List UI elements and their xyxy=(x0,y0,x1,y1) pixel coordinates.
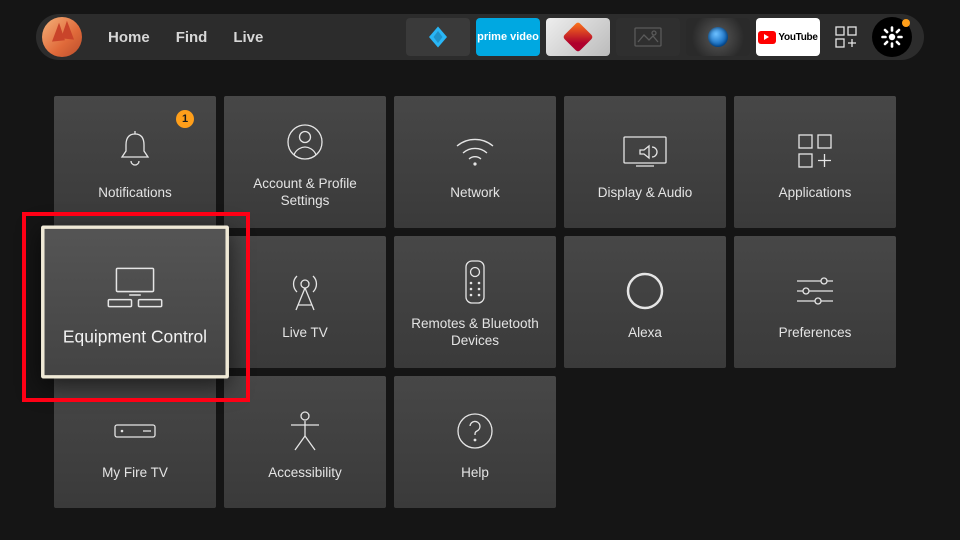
tile-label: Equipment Control xyxy=(63,327,207,349)
accessibility-icon xyxy=(286,410,324,452)
top-nav-bar: Home Find Live prime video YouTube xyxy=(36,14,924,60)
tile-label: Display & Audio xyxy=(598,185,693,202)
help-icon xyxy=(456,412,494,450)
tile-applications[interactable]: Applications xyxy=(734,96,896,228)
tile-account[interactable]: Account & Profile Settings xyxy=(224,96,386,228)
settings-grid: 1 Notifications Account & Profile Settin… xyxy=(54,96,896,508)
profile-avatar[interactable] xyxy=(42,17,82,57)
tile-my-fire-tv[interactable]: My Fire TV xyxy=(54,376,216,508)
tile-label: Preferences xyxy=(779,325,852,342)
tile-label: My Fire TV xyxy=(102,465,168,482)
tile-alexa[interactable]: Alexa xyxy=(564,236,726,368)
remote-icon xyxy=(464,259,486,305)
user-icon xyxy=(286,123,324,161)
nav-live[interactable]: Live xyxy=(233,29,263,46)
app-downloader[interactable] xyxy=(686,18,750,56)
tile-live-tv[interactable]: Live TV xyxy=(224,236,386,368)
app-prime-video[interactable]: prime video xyxy=(476,18,540,56)
tile-notifications[interactable]: 1 Notifications xyxy=(54,96,216,228)
app-photos[interactable] xyxy=(616,18,680,56)
gear-icon xyxy=(880,25,904,49)
tile-network[interactable]: Network xyxy=(394,96,556,228)
display-audio-icon xyxy=(622,135,668,167)
apps-icon xyxy=(796,132,834,170)
app-kodi[interactable] xyxy=(406,18,470,56)
notifications-badge: 1 xyxy=(176,110,194,128)
bell-icon xyxy=(116,130,154,172)
tile-label: Accessibility xyxy=(268,465,342,482)
tile-label: Alexa xyxy=(628,325,662,342)
app-youtube[interactable]: YouTube xyxy=(756,18,820,56)
tile-label: Account & Profile Settings xyxy=(232,176,378,210)
app-shortcuts: prime video YouTube xyxy=(406,17,912,57)
tile-equipment-control[interactable]: Equipment Control xyxy=(41,225,229,378)
tile-label: Applications xyxy=(779,185,852,202)
sliders-icon xyxy=(794,275,836,307)
nav-home[interactable]: Home xyxy=(108,29,150,46)
firetv-icon xyxy=(113,421,157,441)
tile-display-audio[interactable]: Display & Audio xyxy=(564,96,726,228)
tile-label: Help xyxy=(461,465,489,482)
app-aptoide[interactable] xyxy=(546,18,610,56)
prime-video-label: prime video xyxy=(477,32,539,43)
nav-links: Home Find Live xyxy=(108,29,263,46)
tile-label: Network xyxy=(450,185,500,202)
tile-preferences[interactable]: Preferences xyxy=(734,236,896,368)
nav-find[interactable]: Find xyxy=(176,29,208,46)
tile-remotes[interactable]: Remotes & Bluetooth Devices xyxy=(394,236,556,368)
tile-label: Live TV xyxy=(282,325,328,342)
wifi-icon xyxy=(453,134,497,168)
equipment-icon xyxy=(105,264,165,310)
alexa-icon xyxy=(625,271,665,311)
youtube-label: YouTube xyxy=(778,32,817,43)
tile-help[interactable]: Help xyxy=(394,376,556,508)
settings-button[interactable] xyxy=(872,17,912,57)
tile-accessibility[interactable]: Accessibility xyxy=(224,376,386,508)
all-apps-button[interactable] xyxy=(826,17,866,57)
settings-notification-dot xyxy=(902,19,910,27)
tile-label: Notifications xyxy=(98,185,172,202)
youtube-icon xyxy=(758,31,776,44)
tile-label: Remotes & Bluetooth Devices xyxy=(402,316,548,350)
antenna-icon xyxy=(286,270,324,312)
